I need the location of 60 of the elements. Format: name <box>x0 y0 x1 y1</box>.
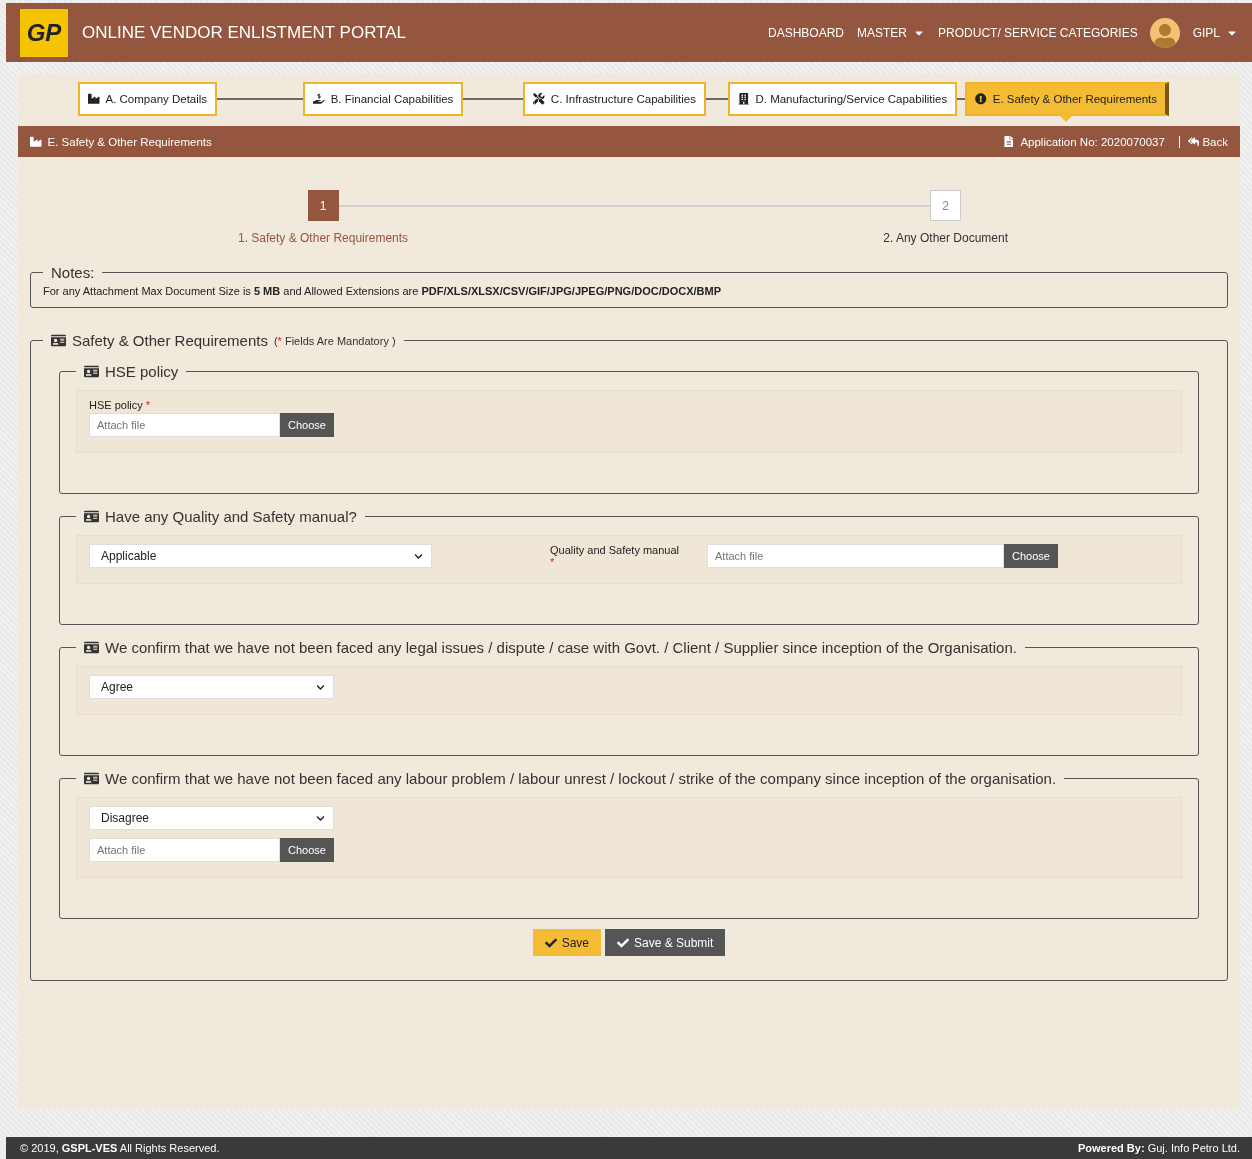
wizard-tab[interactable]: A. Company Details <box>78 82 218 116</box>
id-card-icon <box>84 771 99 786</box>
factory-icon <box>30 135 42 148</box>
powered-by-text: Powered By: Guj. Info Petro Ltd. <box>1077 1142 1240 1154</box>
file-input[interactable]: Attach file <box>89 838 280 862</box>
copyright-text: © 2019, GSPL-VES All Rights Reserved. <box>20 1142 220 1154</box>
choose-button[interactable]: Choose <box>1004 544 1058 568</box>
group-heading: Have any Quality and Safety manual? <box>105 508 357 525</box>
step-label[interactable]: 2. Any Other Document <box>883 231 1008 245</box>
notes-text: For any Attachment Max Document Size is 5 MB and Allowed Extensions are PDF/XLS/XLSX/CSV/GIF/JPG/JPEG/PNG/DOC/DOCX/BMP <box>43 285 722 297</box>
tools-icon <box>533 93 545 105</box>
hand-money-icon <box>313 93 325 105</box>
step-label[interactable]: 1. Safety & Other Requirements <box>238 231 409 245</box>
form-heading: Safety & Other Requirements <box>72 332 268 349</box>
chevron-icon <box>316 813 325 823</box>
back-link[interactable]: Back <box>1178 135 1228 148</box>
exclamation-icon <box>975 93 987 105</box>
check-icon <box>544 936 557 949</box>
chevron-icon <box>316 682 325 692</box>
wizard-tab[interactable]: B. Financial Capabilities <box>303 82 464 116</box>
user-menu[interactable]: GIPL <box>1192 25 1238 40</box>
group-heading: We confirm that we have not been faced any legal issues / dispute / case with Govt. / Client / Supplier since inception of the Organisation. <box>105 639 1017 656</box>
nav-link[interactable]: DASHBOARD <box>768 25 845 40</box>
wizard-tab[interactable]: C. Infrastructure Capabilities <box>523 82 706 116</box>
reply-all-icon <box>1187 135 1200 148</box>
id-card-icon <box>51 333 66 348</box>
factory-icon <box>88 93 100 105</box>
save-button[interactable]: Save <box>532 929 601 956</box>
logo[interactable]: GP <box>20 8 68 57</box>
dropdown-field[interactable]: Disagree <box>89 806 334 830</box>
dropdown-field[interactable]: Agree <box>89 675 334 699</box>
choose-button[interactable]: Choose <box>280 413 334 437</box>
mandatory-note: (* Fields Are Mandatory ) <box>273 334 396 347</box>
nav-link[interactable]: MASTER <box>857 25 926 40</box>
group-heading: We confirm that we have not been faced any labour problem / labour unrest / lockout / strike of the company since inception of the organisation. <box>105 770 1057 787</box>
nav-link[interactable]: PRODUCT/ SERVICE CATEGORIES <box>938 25 1138 40</box>
check-icon <box>617 936 629 949</box>
required-mark: * <box>550 556 556 568</box>
avatar-icon[interactable] <box>1149 17 1180 48</box>
chevron-icon <box>414 551 423 561</box>
dropdown-field[interactable]: Applicable <box>89 544 432 568</box>
id-card-icon <box>84 364 99 379</box>
id-card-icon <box>84 640 99 655</box>
document-icon <box>1002 135 1015 148</box>
wizard-tab[interactable]: D. Manufacturing/Service Capabilities <box>727 82 958 116</box>
section-title: E. Safety & Other Requirements <box>47 135 212 148</box>
field-label: HSE policy * <box>89 399 152 411</box>
field-label: Quality and Safety manual <box>550 544 680 556</box>
application-number: Application No: 2020070037 <box>1020 135 1165 148</box>
save-button[interactable]: Save & Submit <box>605 929 726 956</box>
group-heading: HSE policy <box>105 363 179 380</box>
file-input[interactable]: Attach file <box>707 544 1005 568</box>
notes-heading: Notes: <box>51 264 95 281</box>
building-icon <box>737 93 750 105</box>
choose-button[interactable]: Choose <box>280 838 334 862</box>
step-number[interactable]: 2 <box>930 190 962 221</box>
id-card-icon <box>84 509 99 524</box>
step-number[interactable]: 1 <box>307 190 339 221</box>
file-input[interactable]: Attach file <box>89 413 280 437</box>
portal-title: ONLINE VENDOR ENLISTMENT PORTAL <box>82 22 407 43</box>
